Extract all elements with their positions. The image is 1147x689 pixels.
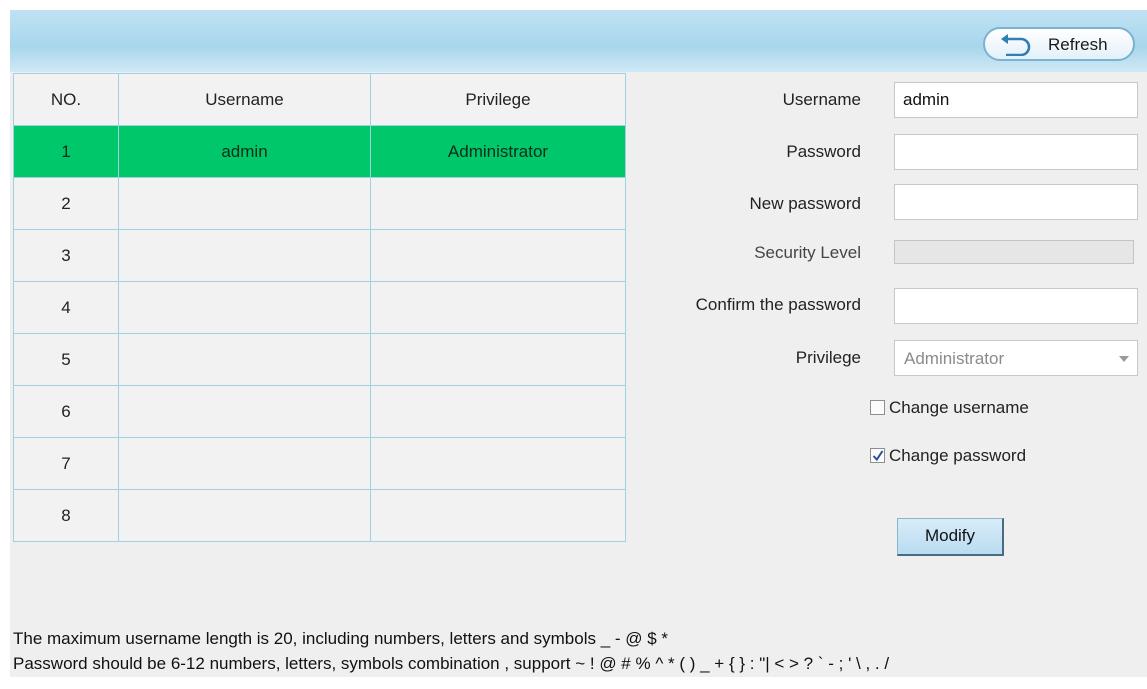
cell-username: admin	[118, 125, 371, 178]
cell-privilege: Administrator	[370, 125, 626, 178]
change-username-checkbox[interactable]	[870, 400, 885, 415]
cell-no: 4	[13, 281, 119, 334]
username-label: Username	[782, 90, 861, 109]
chevron-down-icon	[1119, 356, 1129, 362]
cell-username	[118, 229, 371, 282]
cell-privilege	[370, 489, 626, 542]
password-field[interactable]	[894, 134, 1138, 170]
cell-no: 6	[13, 385, 119, 438]
cell-username	[118, 333, 371, 386]
change-username-label: Change username	[889, 398, 1029, 417]
change-password-checkbox[interactable]	[870, 448, 885, 463]
user-accounts-panel: Refresh NO. Username Privilege 1 admin A…	[10, 10, 1147, 677]
cell-privilege	[370, 281, 626, 334]
confirm-password-field[interactable]	[894, 288, 1138, 324]
table-row[interactable]: 8	[13, 489, 626, 542]
table-row[interactable]: 4	[13, 281, 626, 334]
password-rule-note: Password should be 6-12 numbers, letters…	[13, 654, 890, 673]
table-row[interactable]: 3	[13, 229, 626, 282]
cell-no: 5	[13, 333, 119, 386]
cell-username	[118, 385, 371, 438]
refresh-label: Refresh	[1048, 35, 1108, 54]
table-header-row: NO. Username Privilege	[13, 73, 626, 126]
table-row[interactable]: 5	[13, 333, 626, 386]
column-header-privilege: Privilege	[370, 73, 626, 126]
security-level-label: Security Level	[754, 243, 861, 262]
column-header-username: Username	[118, 73, 371, 126]
cell-privilege	[370, 229, 626, 282]
undo-arrow-icon	[1001, 34, 1031, 56]
security-level-meter	[894, 240, 1134, 264]
cell-privilege	[370, 437, 626, 490]
new-password-field[interactable]	[894, 184, 1138, 220]
cell-username	[118, 177, 371, 230]
privilege-select[interactable]: Administrator	[894, 340, 1138, 376]
checkmark-icon	[872, 450, 884, 462]
new-password-label: New password	[749, 194, 862, 213]
cell-username	[118, 489, 371, 542]
cell-no: 8	[13, 489, 119, 542]
refresh-button[interactable]: Refresh	[983, 27, 1135, 61]
privilege-label: Privilege	[795, 348, 861, 367]
password-label: Password	[786, 142, 861, 161]
cell-privilege	[370, 177, 626, 230]
cell-no: 3	[13, 229, 119, 282]
cell-privilege	[370, 385, 626, 438]
change-password-label: Change password	[889, 446, 1027, 465]
confirm-password-label: Confirm the password	[695, 295, 861, 314]
cell-no: 7	[13, 437, 119, 490]
modify-button[interactable]: Modify	[897, 518, 1004, 556]
cell-username	[118, 281, 371, 334]
cell-no: 2	[13, 177, 119, 230]
cell-privilege	[370, 333, 626, 386]
table-row[interactable]: 7	[13, 437, 626, 490]
cell-username	[118, 437, 371, 490]
users-table: NO. Username Privilege 1 admin Administr…	[13, 73, 626, 542]
cell-no: 1	[13, 125, 119, 178]
username-field[interactable]	[894, 82, 1138, 118]
privilege-selected-value: Administrator	[904, 349, 1005, 368]
username-rule-note: The maximum username length is 20, inclu…	[13, 629, 669, 648]
toolbar: Refresh	[10, 10, 1147, 72]
column-header-no: NO.	[13, 73, 119, 126]
table-row[interactable]: 1 admin Administrator	[13, 125, 626, 178]
table-row[interactable]: 2	[13, 177, 626, 230]
table-row[interactable]: 6	[13, 385, 626, 438]
